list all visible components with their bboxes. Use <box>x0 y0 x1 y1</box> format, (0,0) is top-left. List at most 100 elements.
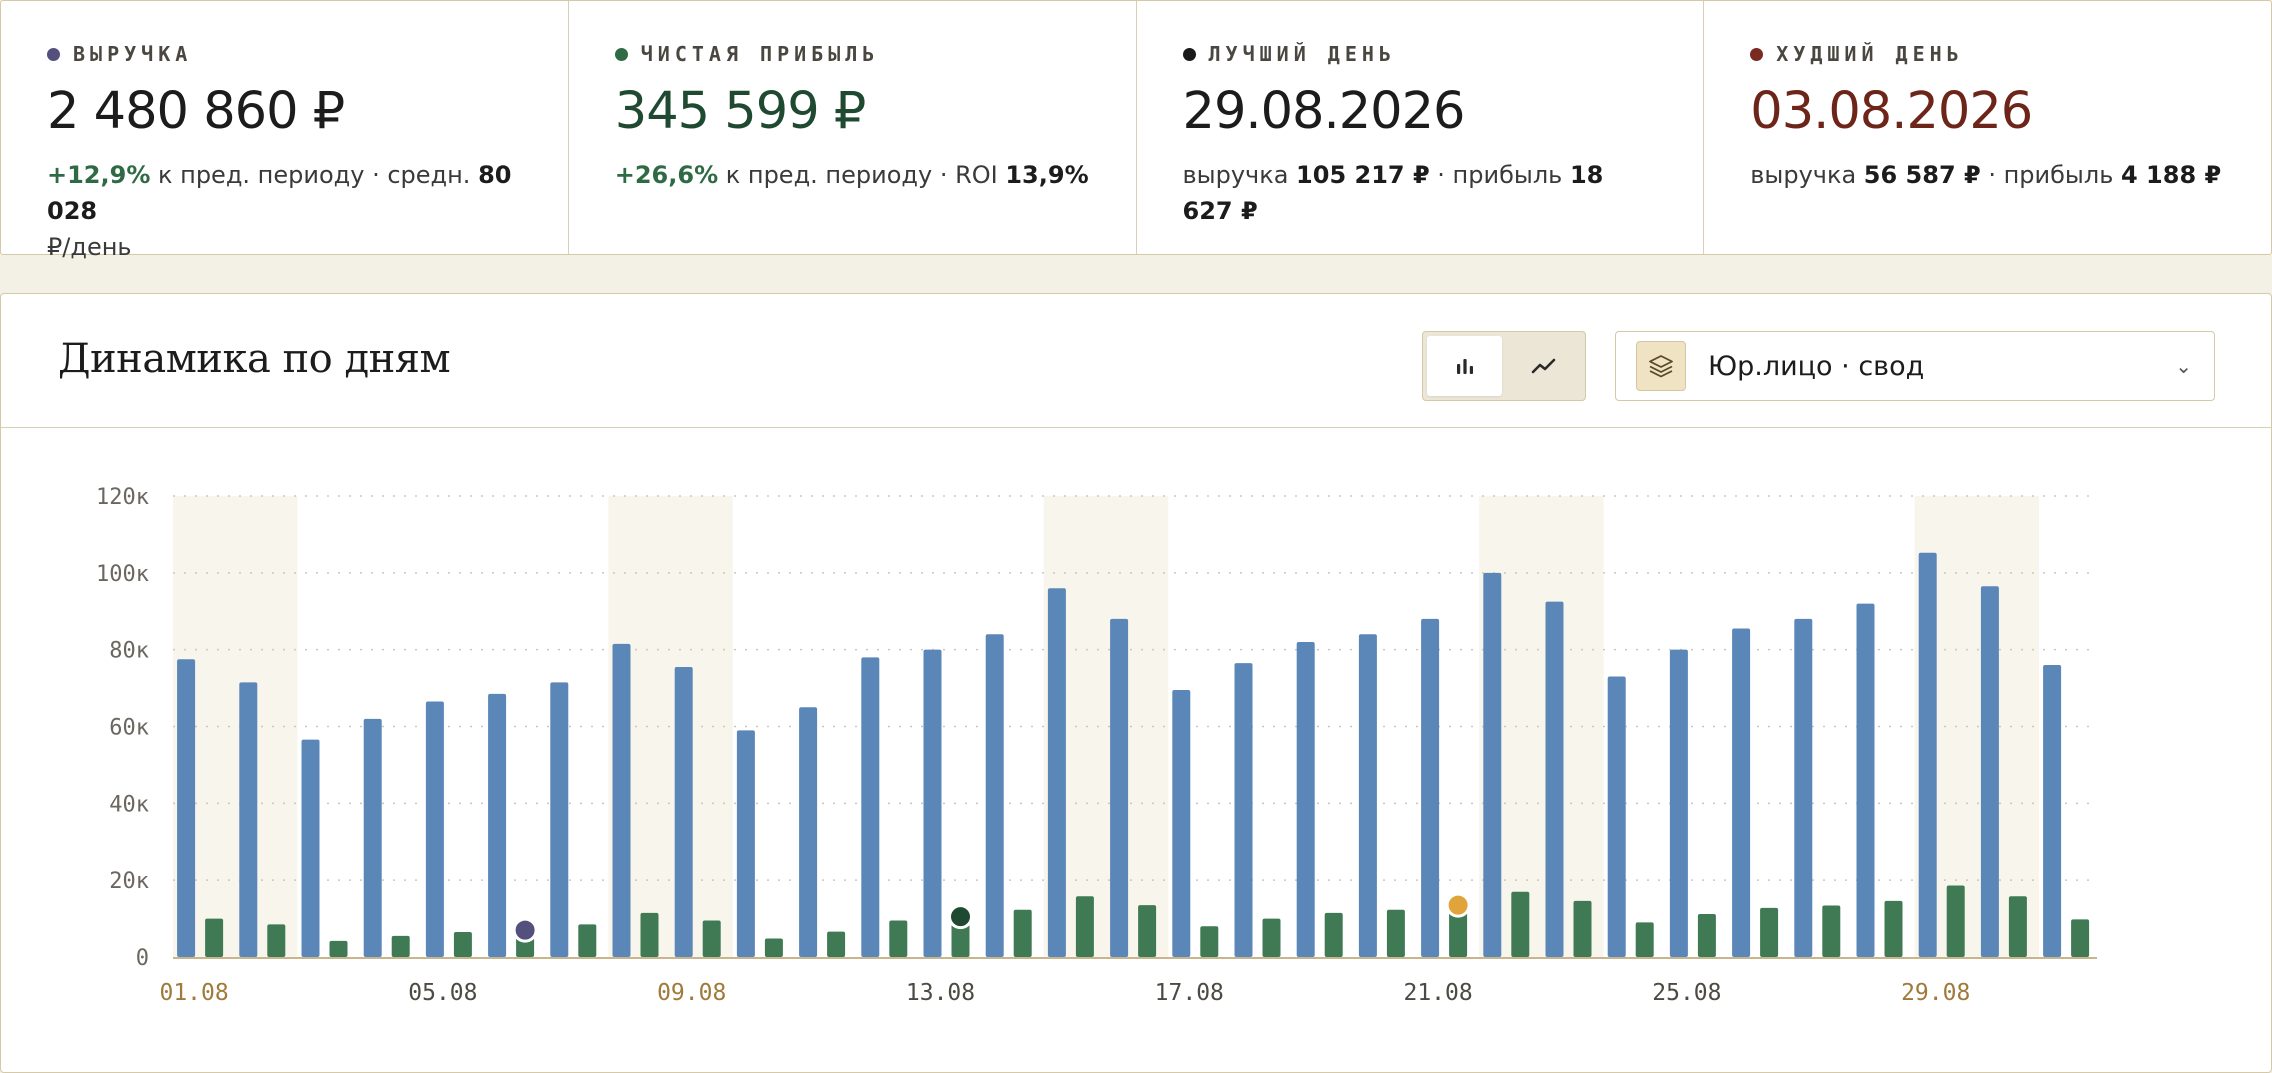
line-view-button[interactable] <box>1506 336 1581 396</box>
kpi-row: ВЫРУЧКА 2 480 860 ₽ +12,9% к пред. перио… <box>0 0 2272 261</box>
kpi-sub-text: выручка <box>1182 161 1297 189</box>
kpi-sub: +26,6% к пред. периоду · ROI 13,9% <box>615 157 1090 193</box>
daily-dynamics-panel: Динамика по дням Юр.лицо · свод ⌄ 0 20к … <box>0 293 2272 1073</box>
profit-bar <box>889 920 908 957</box>
panel-title: Динамика по дням <box>58 336 451 382</box>
kpi-sub-text: к пред. периоду · средн. <box>150 161 479 189</box>
kpi-sub-value: 56 587 ₽ <box>1863 161 1981 189</box>
profit-bar <box>1635 922 1654 957</box>
kpi-revenue: ВЫРУЧКА 2 480 860 ₽ +12,9% к пред. перио… <box>1 1 569 261</box>
revenue-bar <box>674 666 693 957</box>
line-chart-icon <box>1531 358 1555 374</box>
daily-bar-chart: 0 20к 40к 60к 80к 100к 120к 01.08 05.08 09.08 13.0… <box>96 485 2097 1006</box>
x-tick-label: 25.08 <box>1652 980 1721 1006</box>
revenue-bar <box>177 659 196 957</box>
kpi-sub: +12,9% к пред. периоду · средн. 80 028 ₽… <box>47 157 522 265</box>
kpi-value: 345 599 ₽ <box>614 82 867 141</box>
profit-bar <box>827 931 846 957</box>
profit-bar <box>702 920 721 957</box>
profit-bar <box>1511 891 1530 957</box>
revenue-bar <box>1421 618 1440 957</box>
x-tick-label: 09.08 <box>657 980 726 1006</box>
x-tick-label: 01.08 <box>159 980 228 1006</box>
kpi-label: ВЫРУЧКА <box>73 42 193 66</box>
y-tick-label: 20к <box>109 869 149 894</box>
profit-bar <box>1013 909 1032 957</box>
y-tick-label: 0 <box>136 946 149 971</box>
kpi-delta: +12,9% <box>47 161 151 189</box>
kpi-best-day: ЛУЧШИЙ ДЕНЬ 29.08.2026 выручка 105 217 ₽… <box>1137 1 1705 254</box>
profit-dot-icon <box>614 47 628 61</box>
x-tick-label: 17.08 <box>1155 980 1224 1006</box>
revenue-bar <box>1047 588 1066 957</box>
day-marker <box>1445 892 1471 918</box>
revenue-bar <box>1172 690 1191 957</box>
y-tick-label: 80к <box>109 639 149 664</box>
profit-bar <box>640 912 659 957</box>
bar-chart-icon <box>1456 359 1473 374</box>
best-day-dot-icon <box>1182 47 1196 61</box>
revenue-bar <box>1794 618 1813 957</box>
profit-bar <box>1573 900 1592 957</box>
entity-select-value: Юр.лицо · свод <box>1708 351 1925 382</box>
x-tick-label: 29.08 <box>1901 980 1970 1006</box>
profit-bar <box>2008 896 2027 957</box>
revenue-bar <box>736 730 755 957</box>
kpi-label: ЧИСТАЯ ПРИБЫЛЬ <box>640 42 880 66</box>
profit-bar <box>2071 919 2090 957</box>
profit-bar <box>329 940 348 957</box>
bar-view-button[interactable] <box>1427 336 1502 396</box>
kpi-value: 2 480 860 ₽ <box>47 82 345 141</box>
y-tick-label: 40к <box>109 792 149 817</box>
x-tick-label: 21.08 <box>1403 980 1472 1006</box>
revenue-bar <box>301 739 320 957</box>
kpi-label: ХУДШИЙ ДЕНЬ <box>1776 42 1964 66</box>
kpi-sub: выручка 56 587 ₽ · прибыль 4 188 ₽ <box>1750 157 2225 193</box>
revenue-bar <box>1358 634 1377 957</box>
revenue-bar <box>239 682 258 957</box>
revenue-bar <box>1980 586 1999 957</box>
panel-header: Динамика по дням Юр.лицо · свод ⌄ <box>1 294 2271 428</box>
profit-bar <box>1884 900 1903 957</box>
revenue-bar <box>2043 665 2062 957</box>
kpi-value: 03.08.2026 <box>1750 82 2033 141</box>
layers-icon <box>1636 341 1686 391</box>
profit-bar <box>267 924 286 957</box>
profit-bar <box>1324 912 1343 957</box>
profit-bar <box>205 918 224 957</box>
profit-bar <box>578 924 597 957</box>
y-tick-label: 120к <box>96 485 149 510</box>
revenue-bar <box>1234 663 1253 957</box>
revenue-dot-icon <box>47 47 60 61</box>
kpi-sub-text: к пред. периоду · ROI <box>718 161 1006 189</box>
revenue-bar <box>488 693 507 957</box>
kpi-sub-text: выручка <box>1750 161 1864 189</box>
revenue-bar <box>1918 552 1937 957</box>
kpi-sub-value: 13,9% <box>1005 161 1089 189</box>
revenue-bar <box>363 718 382 957</box>
entity-select[interactable]: Юр.лицо · свод ⌄ <box>1615 331 2215 401</box>
x-tick-label: 13.08 <box>906 980 975 1006</box>
revenue-bar <box>550 682 569 957</box>
kpi-sub-text: · прибыль <box>1980 161 2121 189</box>
profit-bar <box>1138 905 1157 957</box>
revenue-bar <box>1732 628 1751 957</box>
revenue-bar <box>1483 572 1502 957</box>
kpi-sub-text: · прибыль <box>1429 161 1570 189</box>
y-tick-label: 100к <box>96 562 149 587</box>
x-tick-label: 05.08 <box>408 980 477 1006</box>
profit-bar <box>1262 918 1281 957</box>
revenue-bar <box>861 657 880 957</box>
revenue-bar <box>1110 618 1129 957</box>
revenue-bar <box>799 707 818 957</box>
profit-bar <box>391 935 410 957</box>
profit-bar <box>1386 909 1405 957</box>
revenue-bar <box>1607 676 1626 957</box>
kpi-value: 29.08.2026 <box>1182 82 1466 141</box>
day-marker <box>512 917 538 943</box>
kpi-delta: +26,6% <box>614 161 719 189</box>
worst-day-dot-icon <box>1750 47 1764 61</box>
profit-bar <box>764 938 783 957</box>
kpi-label: ЛУЧШИЙ ДЕНЬ <box>1208 42 1396 66</box>
kpi-sub-unit: ₽/день <box>47 233 132 261</box>
